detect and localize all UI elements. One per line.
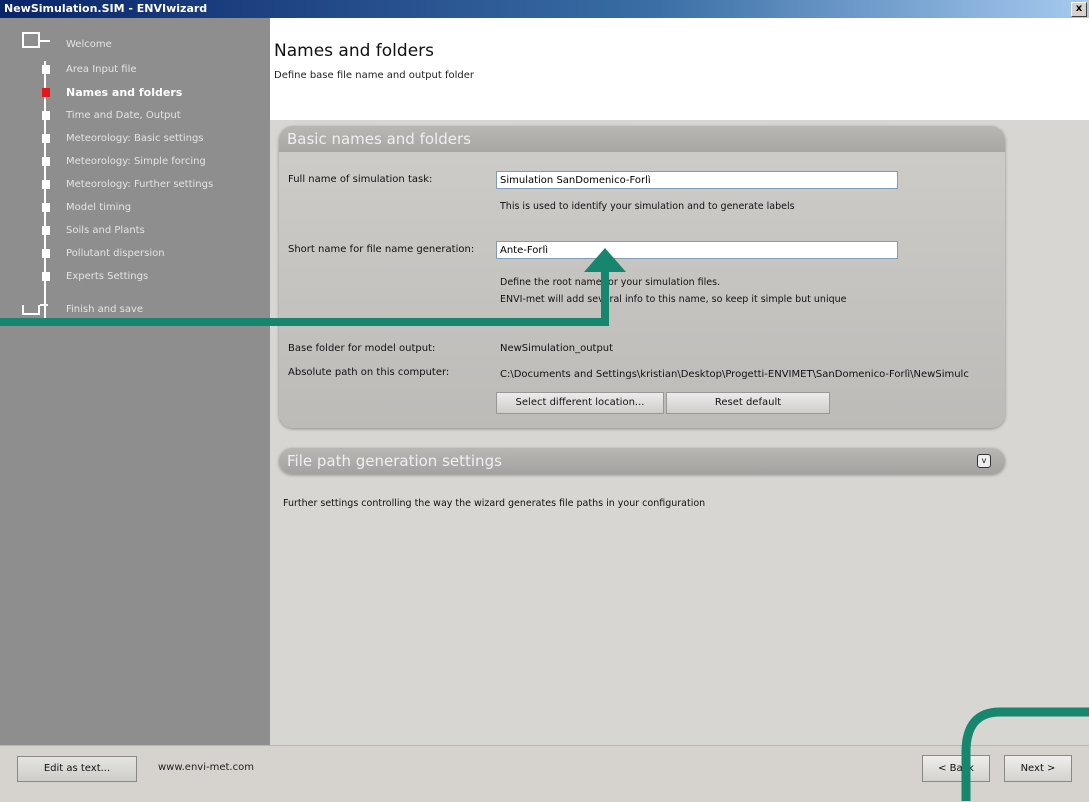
select-location-button[interactable]: Select different location... xyxy=(496,392,664,414)
short-name-input[interactable] xyxy=(496,241,898,259)
back-button[interactable]: < Back xyxy=(922,755,990,782)
short-name-hint-2: ENVI-met will add several info to this n… xyxy=(500,294,847,305)
title-bar: NewSimulation.SIM - ENVIwizard x xyxy=(0,0,1089,18)
close-button[interactable]: x xyxy=(1071,2,1087,17)
wizard-steps-sidebar: Welcome Area Input file Names and folder… xyxy=(0,18,270,745)
step-marker-icon xyxy=(42,249,50,258)
tree-connector xyxy=(40,304,48,306)
chevron-down-icon[interactable]: v xyxy=(977,454,991,468)
page-header: Names and folders Define base file name … xyxy=(270,18,1089,120)
step-marker-icon xyxy=(42,157,50,166)
step-marker-icon xyxy=(42,226,50,235)
panel-title: Basic names and folders xyxy=(279,126,1005,152)
step-label: Model timing xyxy=(66,202,132,213)
step-welcome[interactable]: Welcome xyxy=(66,39,112,50)
step-marker-icon xyxy=(42,203,50,212)
absolute-path-value: C:\Documents and Settings\kristian\Deskt… xyxy=(500,369,969,380)
step-label: Experts Settings xyxy=(66,271,149,282)
full-name-hint: This is used to identify your simulation… xyxy=(500,201,795,212)
panel-title: File path generation settings xyxy=(287,452,502,470)
short-name-hint-1: Define the root name for your simulation… xyxy=(500,277,721,288)
tree-connector xyxy=(40,40,50,42)
file-path-settings-panel[interactable]: File path generation settings v xyxy=(279,448,1005,474)
file-path-description: Further settings controlling the way the… xyxy=(283,498,706,509)
step-label: Meteorology: Simple forcing xyxy=(66,156,206,167)
step-label: Pollutant dispersion xyxy=(66,248,165,259)
step-label: Time and Date, Output xyxy=(66,110,181,121)
step-marker-icon xyxy=(42,65,50,74)
step-label: Soils and Plants xyxy=(66,225,145,236)
step-marker-icon xyxy=(42,272,50,281)
reset-default-button[interactable]: Reset default xyxy=(666,392,830,414)
step-marker-icon xyxy=(42,134,50,143)
footer-bar: Edit as text... www.envi-met.com < Back … xyxy=(0,745,1089,802)
basic-names-panel: Basic names and folders Full name of sim… xyxy=(279,126,1005,428)
page-subtitle: Define base file name and output folder xyxy=(274,70,474,81)
page-title: Names and folders xyxy=(274,41,435,61)
full-name-label: Full name of simulation task: xyxy=(288,174,433,185)
tree-line xyxy=(44,61,46,321)
base-folder-value: NewSimulation_output xyxy=(500,343,614,354)
base-folder-label: Base folder for model output: xyxy=(288,343,436,354)
next-button[interactable]: Next > xyxy=(1004,755,1072,782)
absolute-path-label: Absolute path on this computer: xyxy=(288,367,450,378)
wizard-window: NewSimulation.SIM - ENVIwizard x Welcome… xyxy=(0,0,1089,802)
step-marker-icon xyxy=(42,88,50,97)
window-title: NewSimulation.SIM - ENVIwizard xyxy=(4,2,208,15)
step-label: Names and folders xyxy=(66,86,183,99)
step-marker-icon xyxy=(42,180,50,189)
website-link[interactable]: www.envi-met.com xyxy=(158,762,254,773)
step-label: Meteorology: Basic settings xyxy=(66,133,204,144)
tree-end-icon xyxy=(22,305,40,315)
main-content: Basic names and folders Full name of sim… xyxy=(270,120,1089,745)
step-label: Area Input file xyxy=(66,64,137,75)
edit-as-text-button[interactable]: Edit as text... xyxy=(17,756,137,782)
short-name-label: Short name for file name generation: xyxy=(288,244,475,255)
full-name-input[interactable] xyxy=(496,171,898,189)
step-marker-icon xyxy=(42,111,50,120)
tree-root-icon xyxy=(22,32,40,48)
step-finish-and-save[interactable]: Finish and save xyxy=(66,304,143,315)
step-label: Meteorology: Further settings xyxy=(66,179,214,190)
